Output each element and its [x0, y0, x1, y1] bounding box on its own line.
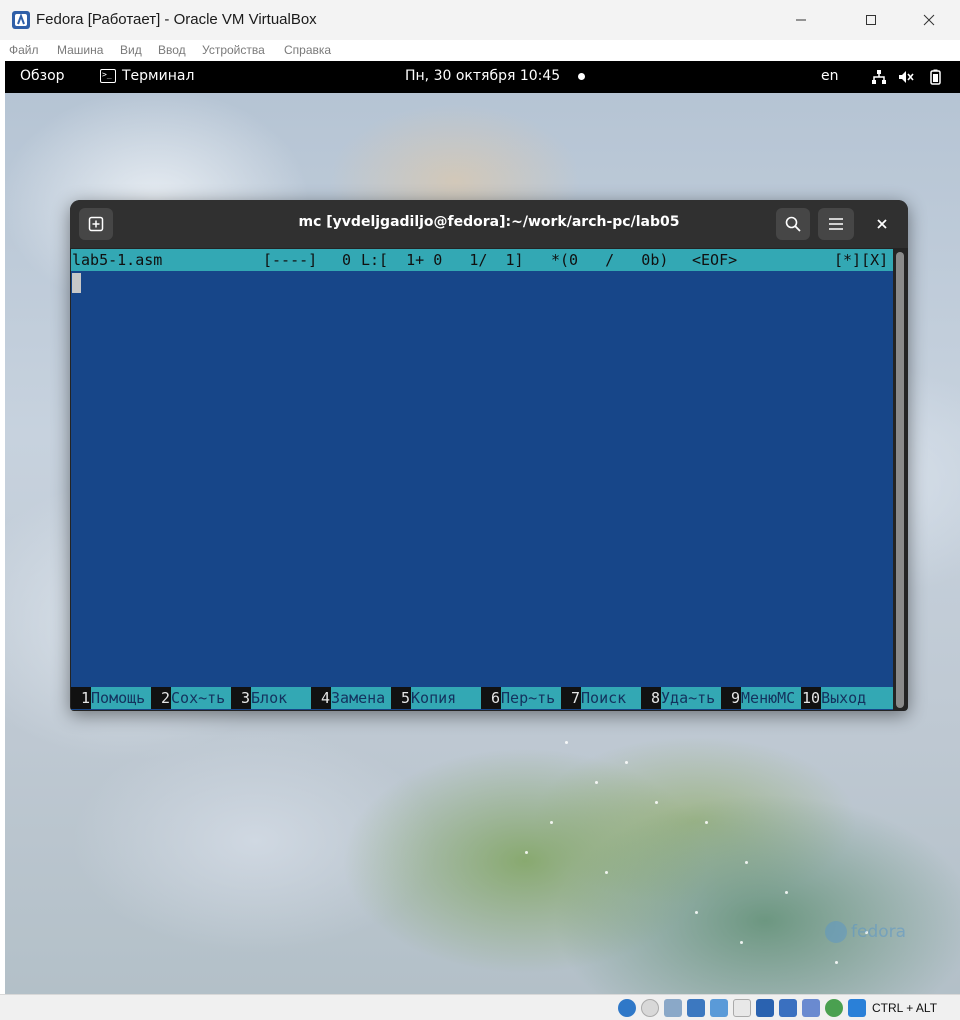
- fkey-number: 2: [151, 687, 172, 709]
- fkey-label: Уда~ть: [661, 689, 716, 707]
- maximize-button[interactable]: [848, 6, 894, 34]
- mc-function-key-bar: 1Помощь 2Сох~ть 3Блок 4Замена 5Копия 6Пе…: [71, 687, 893, 709]
- text-cursor: [72, 273, 81, 293]
- maximize-icon: [866, 15, 876, 25]
- mc-char-info: *(0 / 0b): [551, 251, 669, 269]
- mc-flags: [----]: [263, 251, 318, 269]
- guest-screen: Обзор >_ Терминал Пн, 30 октября 10:45 e…: [5, 61, 960, 994]
- fkey-1[interactable]: 1Помощь: [71, 687, 145, 709]
- mc-column: 0: [342, 251, 352, 269]
- fkey-5[interactable]: 5Копия: [391, 687, 456, 709]
- mc-filename: lab5-1.asm: [72, 251, 163, 269]
- guest-additions-icon[interactable]: [825, 999, 843, 1017]
- recording-icon[interactable]: [779, 999, 797, 1017]
- fkey-3[interactable]: 3Блок: [231, 687, 287, 709]
- mc-window-buttons[interactable]: [*][X]: [834, 249, 888, 271]
- storage-icon[interactable]: [618, 999, 636, 1017]
- fkey-number: 9: [721, 687, 742, 709]
- menu-input[interactable]: Ввод: [158, 43, 186, 57]
- fkey-label: Помощь: [91, 689, 146, 707]
- hamburger-menu-icon: [829, 218, 843, 230]
- usb-icon[interactable]: [710, 999, 728, 1017]
- minimize-icon: [796, 19, 806, 21]
- terminal-headerbar: mc [yvdeljgadiljo@fedora]:~/work/arch-pc…: [70, 200, 908, 248]
- display-icon[interactable]: [756, 999, 774, 1017]
- gnome-top-bar: Обзор >_ Терминал Пн, 30 октября 10:45 e…: [5, 61, 960, 93]
- network-adapter-icon[interactable]: [687, 999, 705, 1017]
- fkey-number: 10: [801, 687, 822, 709]
- mc-status-line: lab5-1.asm [----] 0 L:[ 1+ 0 1/ 1] *(0 /…: [71, 249, 893, 271]
- fkey-number: 1: [71, 687, 92, 709]
- battery-icon[interactable]: [927, 69, 943, 85]
- terminal-window: mc [yvdeljgadiljo@fedora]:~/work/arch-pc…: [70, 200, 908, 711]
- fkey-label: Копия: [411, 689, 457, 707]
- network-icon[interactable]: [871, 69, 887, 85]
- menu-devices[interactable]: Устройства: [202, 43, 265, 57]
- shared-folders-icon[interactable]: [733, 999, 751, 1017]
- fkey-label: МенюMC: [741, 689, 796, 707]
- close-icon: [877, 219, 887, 229]
- terminal-close-button[interactable]: [870, 212, 894, 236]
- fedora-wordmark: fedora: [851, 922, 907, 942]
- fkey-4[interactable]: 4Замена: [311, 687, 385, 709]
- close-icon: [923, 14, 935, 26]
- activities-button[interactable]: Обзор: [20, 68, 65, 84]
- window-title: Fedora [Работает] - Oracle VM VirtualBox: [36, 11, 317, 28]
- fkey-label: Сох~ть: [171, 689, 226, 707]
- fkey-number: 3: [231, 687, 252, 709]
- app-name: Терминал: [122, 68, 195, 84]
- menu-help[interactable]: Справка: [284, 43, 331, 57]
- mc-editor[interactable]: lab5-1.asm [----] 0 L:[ 1+ 0 1/ 1] *(0 /…: [71, 249, 893, 710]
- keyboard-layout-indicator[interactable]: en: [821, 68, 839, 84]
- fkey-10[interactable]: 10Выход: [801, 687, 866, 709]
- terminal-scrollbar[interactable]: [896, 252, 904, 708]
- volume-muted-icon[interactable]: [898, 69, 914, 85]
- fkey-number: 5: [391, 687, 412, 709]
- fkey-label: Пер~ть: [501, 689, 556, 707]
- fkey-label: Замена: [331, 689, 386, 707]
- fkey-number: 6: [481, 687, 502, 709]
- virtualbox-app-icon: [12, 11, 30, 29]
- terminal-search-button[interactable]: [776, 208, 810, 240]
- mouse-integration-icon[interactable]: [848, 999, 866, 1017]
- fkey-number: 8: [641, 687, 662, 709]
- terminal-menu-button[interactable]: [818, 208, 854, 240]
- mc-line-info: L:[ 1+ 0 1/ 1]: [361, 251, 524, 269]
- fkey-label: Поиск: [581, 689, 627, 707]
- menu-machine[interactable]: Машина: [57, 43, 103, 57]
- optical-drive-icon[interactable]: [641, 999, 659, 1017]
- fkey-number: 4: [311, 687, 332, 709]
- fkey-8[interactable]: 8Уда~ть: [641, 687, 715, 709]
- clock[interactable]: Пн, 30 октября 10:45: [405, 68, 560, 84]
- host-key-indicator: CTRL + ALT: [872, 1001, 938, 1015]
- fkey-label: Выход: [821, 689, 867, 707]
- terminal-app-icon: >_: [100, 69, 116, 83]
- vt-x-icon[interactable]: [802, 999, 820, 1017]
- fkey-7[interactable]: 7Поиск: [561, 687, 626, 709]
- fkey-label: Блок: [251, 689, 288, 707]
- mc-eof-marker: <EOF>: [692, 251, 738, 269]
- minimize-button[interactable]: [778, 6, 824, 34]
- vbox-titlebar: Fedora [Работает] - Oracle VM VirtualBox: [0, 0, 960, 40]
- vbox-menubar: Файл Машина Вид Ввод Устройства Справка: [0, 40, 960, 61]
- fedora-logo-icon: [825, 921, 847, 943]
- audio-icon[interactable]: [664, 999, 682, 1017]
- fkey-2[interactable]: 2Сох~ть: [151, 687, 225, 709]
- fedora-watermark: fedora: [825, 921, 906, 943]
- menu-view[interactable]: Вид: [120, 43, 142, 57]
- fkey-number: 7: [561, 687, 582, 709]
- close-window-button[interactable]: [906, 6, 952, 34]
- app-menu-button[interactable]: >_ Терминал: [100, 68, 194, 84]
- fkey-6[interactable]: 6Пер~ть: [481, 687, 555, 709]
- fkey-9[interactable]: 9МенюMC: [721, 687, 795, 709]
- notification-dot-icon: [578, 73, 585, 80]
- menu-file[interactable]: Файл: [9, 43, 39, 57]
- search-icon: [785, 216, 801, 232]
- vbox-statusbar: CTRL + ALT: [0, 994, 960, 1020]
